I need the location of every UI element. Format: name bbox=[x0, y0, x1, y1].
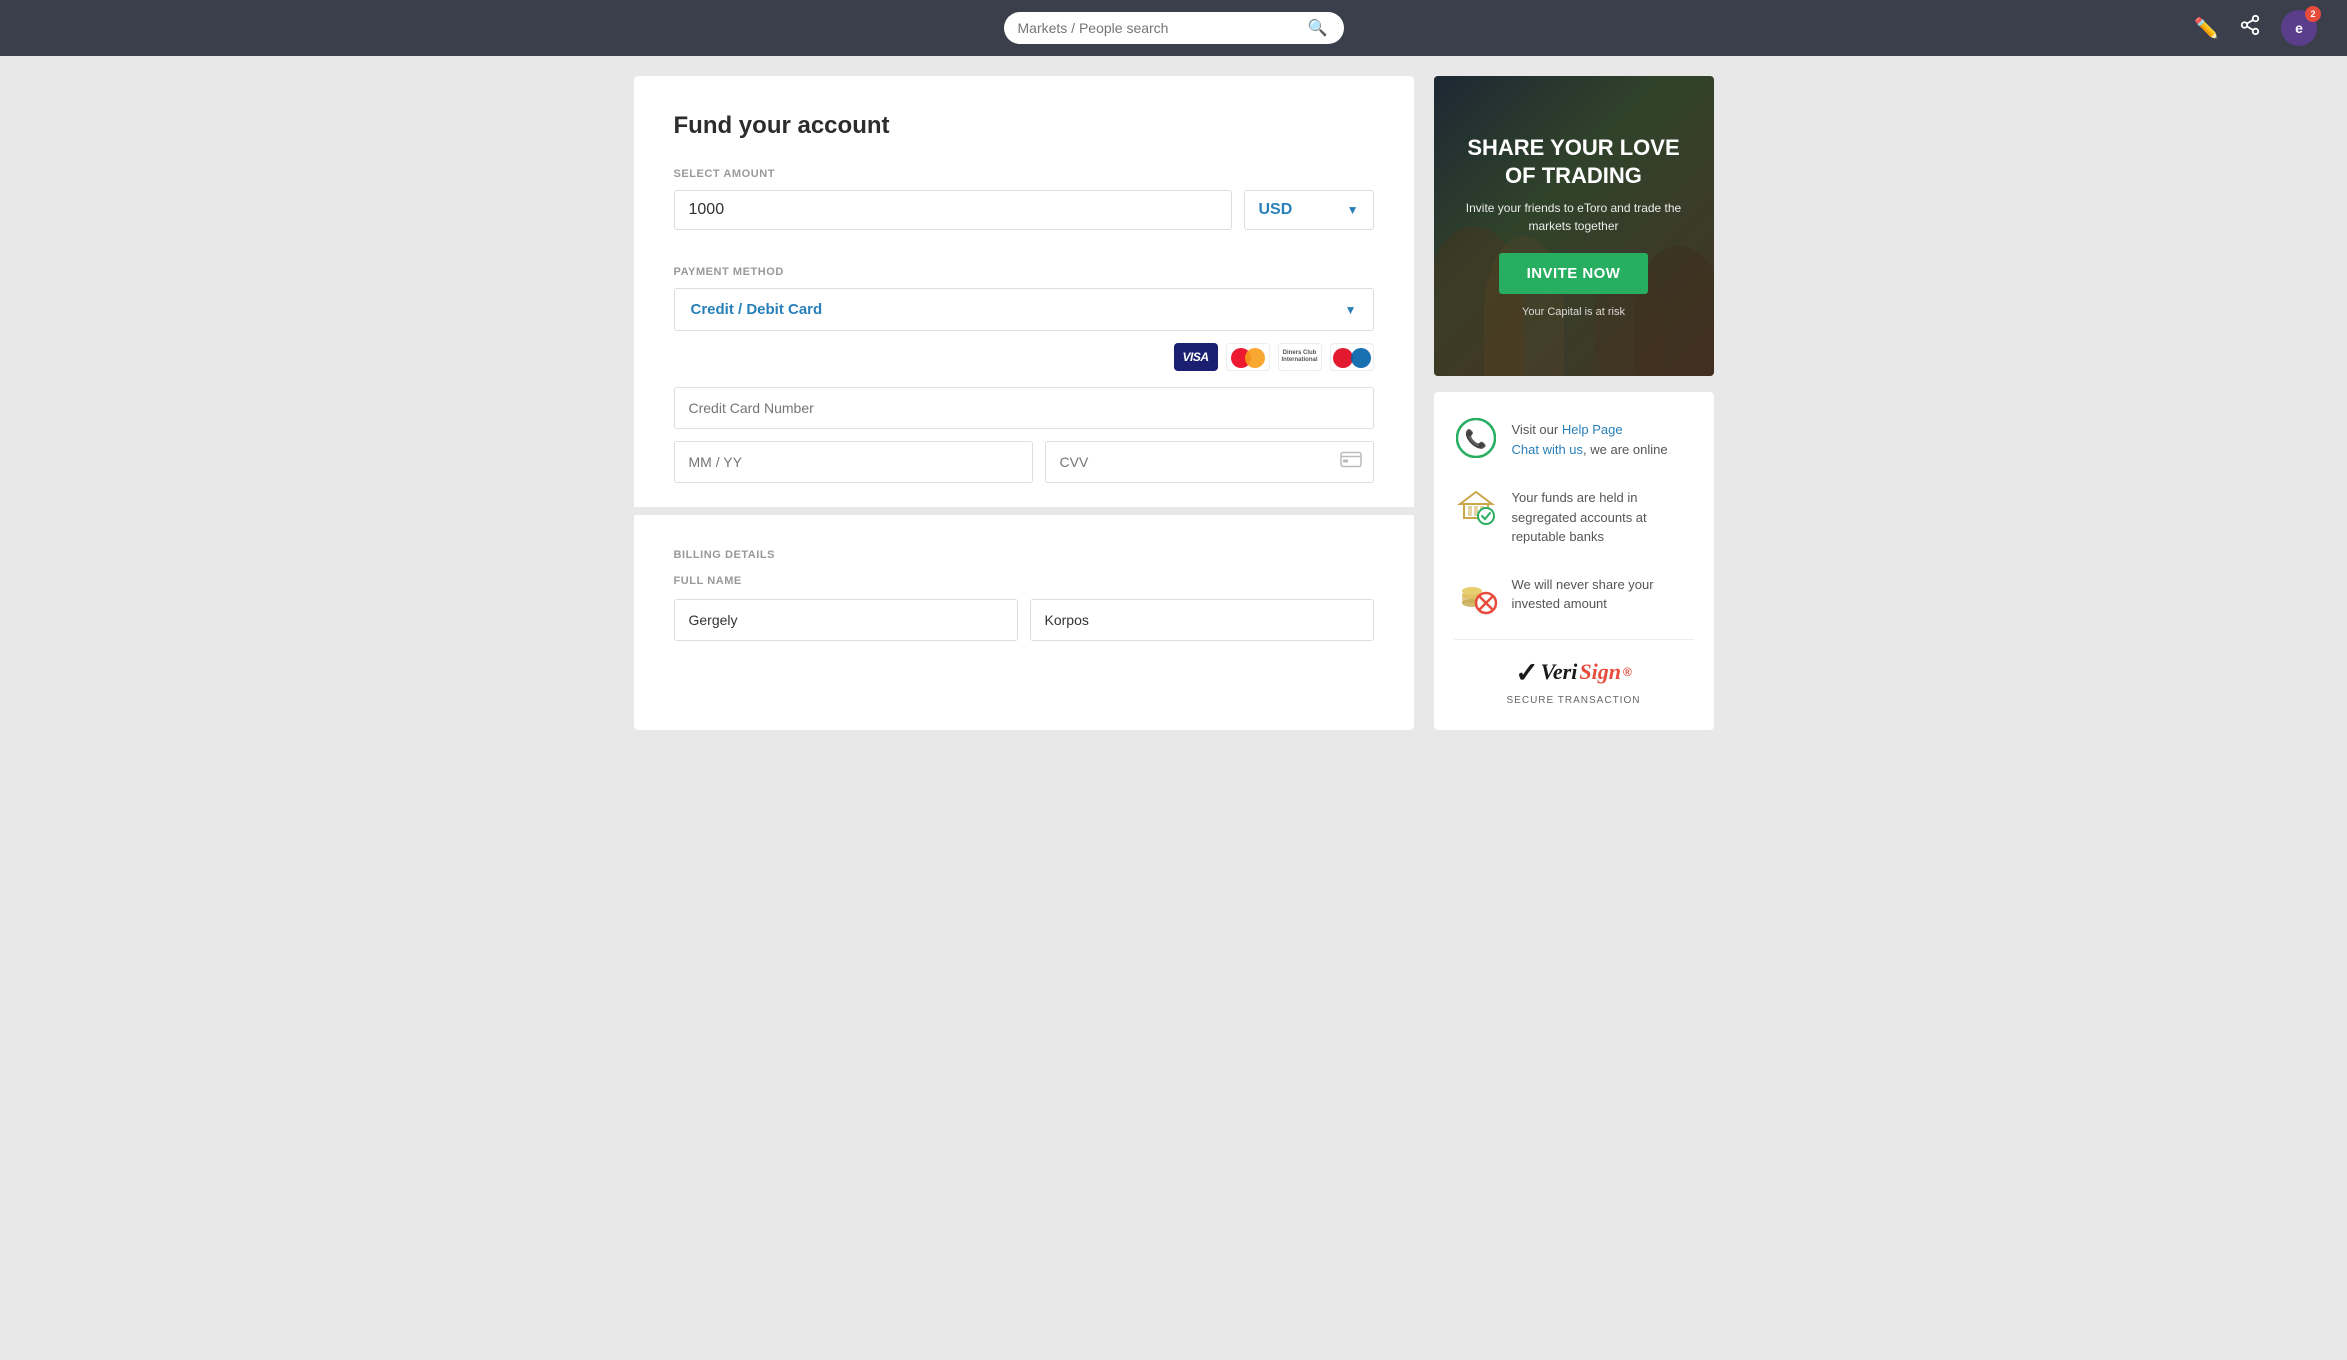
payment-method-value: Credit / Debit Card bbox=[691, 301, 823, 318]
first-name-input[interactable] bbox=[674, 599, 1018, 641]
coins-no-share-icon bbox=[1454, 571, 1498, 615]
help-info-text: Visit our Help Page Chat with us, we are… bbox=[1512, 416, 1668, 459]
pencil-icon[interactable]: ✏️ bbox=[2194, 16, 2219, 41]
topbar-right-icons: ✏️ e 2 bbox=[2194, 10, 2317, 46]
phone-icon: 📞 bbox=[1454, 416, 1498, 460]
main-container: Fund your account SELECT AMOUNT USD ▼ PA… bbox=[474, 56, 1874, 750]
avatar[interactable]: e 2 bbox=[2281, 10, 2317, 46]
bank-icon bbox=[1454, 484, 1498, 528]
banner-title: SHARE YOUR LOVE OF TRADING bbox=[1454, 134, 1694, 189]
cvv-wrapper bbox=[1045, 441, 1374, 483]
topbar: 🔍 ✏️ e 2 bbox=[0, 0, 2347, 56]
svg-text:📞: 📞 bbox=[1464, 427, 1487, 449]
amount-label: SELECT AMOUNT bbox=[674, 168, 1374, 180]
banner-content: SHARE YOUR LOVE OF TRADING Invite your f… bbox=[1454, 134, 1694, 318]
help-info-item: 📞 Visit our Help Page Chat with us, we a… bbox=[1454, 416, 1694, 460]
visa-logo: VISA bbox=[1174, 343, 1218, 371]
payment-section: PAYMENT METHOD Credit / Debit Card ▼ VIS… bbox=[674, 266, 1374, 483]
page-title: Fund your account bbox=[674, 112, 1374, 140]
last-name-input[interactable] bbox=[1030, 599, 1374, 641]
name-row bbox=[674, 599, 1374, 641]
invite-now-button[interactable]: INVITE NOW bbox=[1499, 253, 1649, 294]
info-card: 📞 Visit our Help Page Chat with us, we a… bbox=[1434, 392, 1714, 730]
cvv-card-icon bbox=[1340, 452, 1362, 473]
section-divider bbox=[634, 507, 1414, 515]
help-page-link[interactable]: Help Page bbox=[1562, 422, 1623, 437]
coins-info-text: We will never share your invested amount bbox=[1512, 571, 1694, 614]
share-icon[interactable] bbox=[2239, 14, 2261, 42]
right-panel: SHARE YOUR LOVE OF TRADING Invite your f… bbox=[1434, 76, 1714, 730]
payment-arrow-icon: ▼ bbox=[1345, 303, 1357, 317]
card-number-input[interactable] bbox=[674, 387, 1374, 429]
search-wrapper[interactable]: 🔍 bbox=[1004, 12, 1344, 44]
bank-info-item: Your funds are held in segregated accoun… bbox=[1454, 484, 1694, 547]
card-expiry-cvv-row bbox=[674, 441, 1374, 483]
expiry-input[interactable] bbox=[674, 441, 1033, 483]
full-name-label: FULL NAME bbox=[674, 575, 1374, 587]
notification-badge: 2 bbox=[2305, 6, 2321, 22]
fund-form-panel: Fund your account SELECT AMOUNT USD ▼ PA… bbox=[634, 76, 1414, 730]
billing-label: BILLING DETAILS bbox=[674, 549, 1374, 561]
banner-subtitle: Invite your friends to eToro and trade t… bbox=[1454, 199, 1694, 235]
capital-risk-text: Your Capital is at risk bbox=[1454, 306, 1694, 318]
bank-info-text: Your funds are held in segregated accoun… bbox=[1512, 484, 1694, 547]
verisign-section: ✓ VeriSign® SECURE TRANSACTION bbox=[1454, 639, 1694, 706]
currency-value: USD bbox=[1259, 201, 1293, 219]
search-input[interactable] bbox=[1018, 20, 1308, 36]
verisign-logo: ✓ VeriSign® bbox=[1515, 656, 1632, 689]
secure-transaction-label: SECURE TRANSACTION bbox=[1454, 695, 1694, 706]
maestro-logo bbox=[1330, 343, 1374, 371]
chat-link[interactable]: Chat with us bbox=[1512, 442, 1584, 457]
mastercard-logo bbox=[1226, 343, 1270, 371]
currency-arrow-icon: ▼ bbox=[1347, 203, 1359, 217]
invite-banner: SHARE YOUR LOVE OF TRADING Invite your f… bbox=[1434, 76, 1714, 376]
amount-input[interactable] bbox=[674, 190, 1232, 230]
search-button[interactable]: 🔍 bbox=[1308, 18, 1328, 38]
coins-info-item: We will never share your invested amount bbox=[1454, 571, 1694, 615]
payment-method-dropdown[interactable]: Credit / Debit Card ▼ bbox=[674, 288, 1374, 331]
diners-logo: Diners ClubInternational bbox=[1278, 343, 1322, 371]
amount-section: SELECT AMOUNT USD ▼ bbox=[674, 168, 1374, 230]
card-logos: VISA Diners ClubInternational bbox=[674, 343, 1374, 371]
payment-label: PAYMENT METHOD bbox=[674, 266, 1374, 278]
currency-dropdown[interactable]: USD ▼ bbox=[1244, 190, 1374, 230]
cvv-input[interactable] bbox=[1045, 441, 1374, 483]
amount-row: USD ▼ bbox=[674, 190, 1374, 230]
billing-section: BILLING DETAILS FULL NAME bbox=[674, 539, 1374, 641]
